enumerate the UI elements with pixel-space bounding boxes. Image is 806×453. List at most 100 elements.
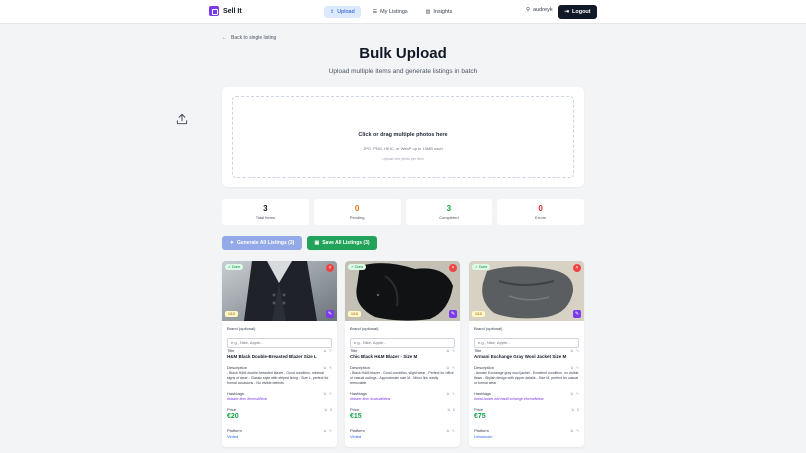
item-photo: ✓ Done × 1/10 ✎ (469, 261, 584, 321)
stat-errors-value: 0 (538, 204, 543, 213)
regenerate-button[interactable]: ✎ (573, 310, 581, 318)
copy-icon[interactable]: ⧉ (447, 392, 450, 396)
save-all-button[interactable]: ▣ Save All Listings (3) (307, 236, 377, 250)
hashtags-label: Hashtags (474, 391, 491, 396)
title-label: Title (227, 348, 235, 353)
edit-icon[interactable]: ✎ (576, 429, 579, 433)
edit-icon[interactable]: ✎ (329, 429, 332, 433)
edit-icon[interactable]: ✎ (452, 429, 455, 433)
platform-section: Platform ⧉ ✎ Leboncoin (474, 428, 579, 439)
username: audreyk (533, 7, 553, 13)
brand[interactable]: Sell It (209, 6, 242, 16)
listing-hashtags: #blazer #hm #formalWear (227, 397, 268, 401)
generate-all-label: Generate All Listings (3) (236, 240, 295, 246)
copy-icon[interactable]: ⧉ (571, 429, 574, 433)
copy-icon[interactable]: ⧉ (324, 429, 327, 433)
stat-errors-label: Errors (535, 215, 547, 220)
nav-my-listings[interactable]: ☰ My Listings (367, 6, 414, 18)
edit-icon[interactable]: ✎ (329, 392, 332, 396)
edit-icon[interactable]: ✎ (576, 349, 579, 353)
title-section: Title ⧉ ✎ Chic Black H&M Blazer - Size M (350, 348, 455, 359)
status-badge: ✓ Done (225, 264, 244, 270)
copy-icon[interactable]: ⧉ (571, 366, 574, 370)
listing-platform: Leboncoin (474, 434, 493, 439)
status-badge-label: Done (478, 265, 488, 269)
copy-icon[interactable]: ⧉ (325, 408, 328, 412)
brand-input[interactable] (350, 337, 455, 348)
regenerate-button[interactable]: ✎ (326, 310, 334, 318)
photo-count-badge: 1/10 (225, 311, 238, 317)
save-all-label: Save All Listings (3) (322, 240, 370, 246)
generate-all-button[interactable]: ✦ Generate All Listings (3) (222, 236, 302, 250)
nav-insights[interactable]: ▥ Insights (420, 6, 459, 18)
copy-icon[interactable]: ⧉ (571, 349, 574, 353)
price-section: Price ⧉ $ €15 (350, 407, 455, 420)
copy-icon[interactable]: ⧉ (448, 408, 451, 412)
check-icon: ✓ (351, 265, 354, 269)
listing-card: ✓Done × 1/10 ✎ Brand (optional) Title ⧉✎ … (469, 261, 584, 447)
remove-item-button[interactable]: × (449, 264, 457, 272)
description-section: Description ⧉ ✎ - Armani Exchange gray woo… (474, 365, 579, 386)
dropzone-sub-text: JPG, PNG, HEIC, or WebP up to 10MB each (363, 146, 443, 151)
back-link[interactable]: ← Back to single listing (222, 35, 276, 41)
brand-label: Brand (optional) (350, 326, 379, 331)
nav-links: ⇪ Upload ☰ My Listings ▥ Insights (324, 6, 458, 18)
close-icon: × (328, 265, 332, 271)
nav-upload[interactable]: ⇪ Upload (324, 6, 361, 18)
platform-section: Platform ⧉ ✎ Vinted (350, 428, 455, 439)
brand-input[interactable] (227, 337, 332, 348)
nav-insights-label: Insights (433, 9, 453, 15)
remove-item-button[interactable]: × (326, 264, 334, 272)
upload-icon (176, 113, 188, 125)
edit-icon[interactable]: ✎ (329, 349, 332, 353)
dollar-icon[interactable]: $ (330, 408, 332, 412)
listing-title: H&M Black Double-Breasted Blazer Size L (227, 354, 317, 359)
edit-icon[interactable]: ✎ (329, 366, 332, 370)
stat-pending-value: 0 (354, 204, 360, 213)
stat-completed-label: Completed (439, 215, 459, 220)
copy-icon[interactable]: ⧉ (324, 349, 327, 353)
copy-icon[interactable]: ⧉ (324, 366, 327, 370)
stat-pending-label: Pending (349, 215, 365, 220)
edit-icon[interactable]: ✎ (452, 366, 455, 370)
stat-pending: 0 Pending (313, 199, 401, 225)
dollar-icon[interactable]: $ (577, 408, 579, 412)
brand-section: Brand (optional) (474, 326, 579, 349)
stat-completed-value: 3 (446, 204, 452, 213)
copy-icon[interactable]: ⧉ (447, 349, 450, 353)
listing-platform: Vinted (350, 434, 362, 439)
user-menu[interactable]: ⚲ audreyk (526, 7, 553, 13)
regenerate-button[interactable]: ✎ (449, 310, 457, 318)
remove-item-button[interactable]: × (573, 264, 581, 272)
stats-row: 3 Total Items 0 Pending 3 Completed 0 Er… (222, 199, 584, 225)
edit-icon[interactable]: ✎ (452, 349, 455, 353)
copy-icon[interactable]: ⧉ (572, 408, 575, 412)
edit-icon[interactable]: ✎ (452, 392, 455, 396)
brand-input[interactable] (474, 337, 579, 348)
copy-icon[interactable]: ⧉ (447, 366, 450, 370)
dropzone-main-text: Click or drag multiple photos here (358, 132, 448, 138)
hashtags-section: Hashtags ⧉ ✎ #blazer #hm #formalWear (227, 391, 332, 401)
listing-price: €75 (474, 413, 486, 420)
copy-icon[interactable]: ⧉ (571, 392, 574, 396)
price-label: Price (350, 407, 360, 412)
copy-icon[interactable]: ⧉ (324, 392, 327, 396)
status-badge-label: Done (354, 265, 364, 269)
listing-price: €15 (350, 413, 362, 420)
dollar-icon[interactable]: $ (453, 408, 455, 412)
stat-total-value: 3 (263, 204, 268, 213)
copy-icon[interactable]: ⧉ (447, 429, 450, 433)
platform-label: Platform (350, 428, 365, 433)
listing-hashtags: #blazer #hm #casualWear (350, 397, 391, 401)
listing-platform: Vinted (227, 434, 239, 439)
status-badge: ✓ Done (472, 264, 491, 270)
description-label: Description (350, 365, 371, 370)
title-label: Title (350, 348, 358, 353)
edit-icon[interactable]: ✎ (576, 366, 579, 370)
edit-icon[interactable]: ✎ (576, 392, 579, 396)
nav-my-listings-label: My Listings (380, 9, 408, 15)
chart-icon: ▥ (425, 9, 431, 15)
list-icon: ☰ (372, 9, 378, 15)
logout-button[interactable]: ⇥ Logout (558, 5, 597, 19)
hashtags-label: Hashtags (227, 391, 244, 396)
